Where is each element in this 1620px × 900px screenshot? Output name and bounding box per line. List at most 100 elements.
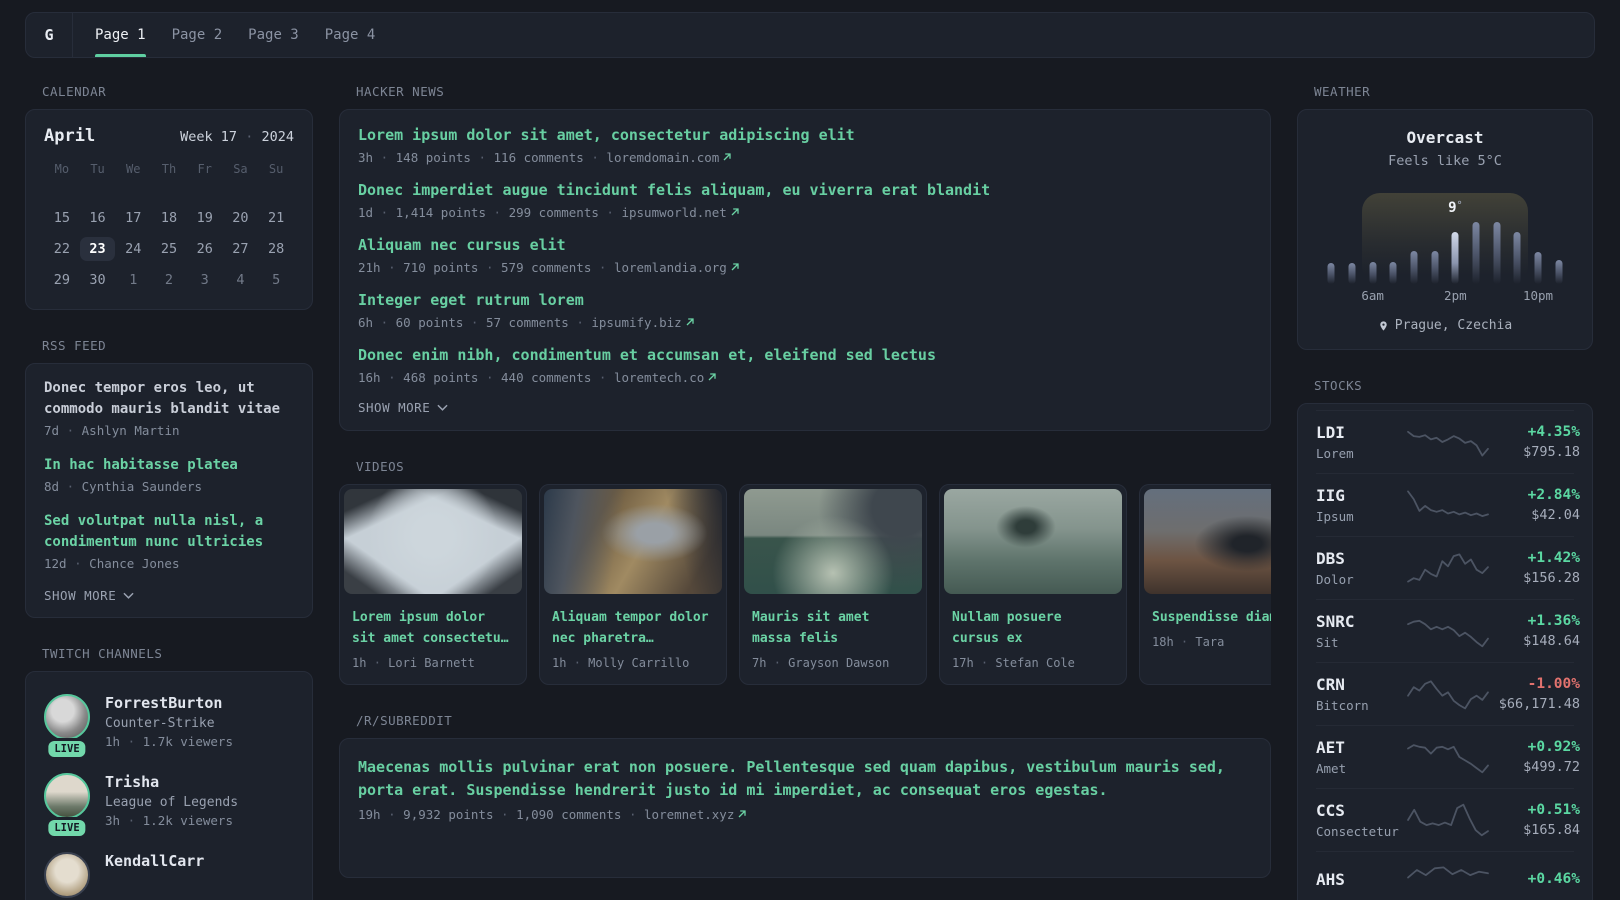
stock-company-name: Bitcorn (1316, 698, 1369, 713)
stock-row[interactable]: CCS Consectetur +0.51% $165.84 (1316, 788, 1580, 851)
twitch-channel-row[interactable]: KendallCarr · (44, 842, 294, 900)
twitch-channel-row[interactable]: LIVE ForrestBurton Counter-Strike 1h · 1… (44, 684, 294, 763)
time-axis-label: 10pm (1522, 288, 1554, 303)
twitch-card: LIVE ForrestBurton Counter-Strike 1h · 1… (25, 671, 313, 900)
weekday-label: Sa (233, 162, 248, 176)
calendar-days-grid: 15 16 17 18 19 20 21 22 23 24 25 26 27 2… (44, 202, 294, 295)
app-logo[interactable]: G (26, 13, 72, 57)
subreddit-widget: /R/SUBREDDIT Maecenas mollis pulvinar er… (339, 713, 1271, 878)
stock-company-name: Ipsum (1316, 509, 1354, 524)
hackernews-list: Lorem ipsum dolor sit amet, consectetur … (358, 125, 1252, 385)
twitch-channel-name: Trisha (105, 773, 160, 791)
rss-item-title[interactable]: Donec tempor eros leo, ut commodo mauris… (44, 378, 294, 420)
calendar-day: 25 (160, 240, 178, 257)
hour-bar (1348, 263, 1356, 284)
calendar-day: 17 (125, 209, 142, 226)
stock-ticker: SNRC (1316, 612, 1355, 631)
video-thumbnail (944, 489, 1122, 594)
stock-row[interactable]: CRN Bitcorn -1.00% $66,171.48 (1316, 662, 1580, 725)
dashboard-page: G Page 1 Page 2 Page 3 Page 4 CALENDAR A… (0, 0, 1620, 900)
stock-row[interactable]: LDI Lorem +4.35% $795.18 (1316, 410, 1580, 473)
rss-item-title[interactable]: In hac habitasse platea (44, 455, 294, 476)
stock-price: $156.28 (1523, 570, 1580, 586)
video-card[interactable]: Suspendisse diam 18h · Tara (1139, 484, 1271, 685)
stock-identity: IIG Ipsum (1316, 486, 1408, 524)
hour-bar (1327, 263, 1335, 284)
hour-bar (1493, 222, 1501, 284)
video-card[interactable]: Lorem ipsum dolor sit amet consectetu… 1… (339, 484, 527, 685)
twitch-channel-info: ForrestBurton Counter-Strike 1h · 1.7k v… (105, 694, 233, 749)
video-meta: 1h · Molly Carrillo (552, 656, 690, 670)
hackernews-item: Integer eget rutrum lorem 6h · 60 points… (358, 290, 1252, 330)
hourly-chart-time-labels: 6am 2pm 10pm (1321, 288, 1569, 304)
stock-ticker: LDI (1316, 423, 1345, 442)
stock-sparkline (1408, 677, 1488, 711)
hackernews-show-more-button[interactable]: SHOW MORE (358, 400, 1252, 415)
weekday-label: Th (161, 162, 177, 176)
page-tab[interactable]: Page 2 (159, 13, 236, 57)
source-domain-link[interactable]: loremlandia.org (614, 260, 727, 275)
page-tab[interactable]: Page 4 (312, 13, 389, 57)
video-card[interactable]: Mauris sit amet massa felis 7h · Grayson… (739, 484, 927, 685)
source-domain-link[interactable]: ipsumworld.net (621, 205, 726, 220)
hackernews-item-title[interactable]: Donec imperdiet augue tincidunt felis al… (358, 180, 1252, 201)
stock-row[interactable]: IIG Ipsum +2.84% $42.04 (1316, 473, 1580, 536)
stock-row[interactable]: AET Amet +0.92% $499.72 (1316, 725, 1580, 788)
weather-section-title: WEATHER (1314, 84, 1371, 99)
hackernews-item-title[interactable]: Aliquam nec cursus elit (358, 235, 1252, 256)
stock-sparkline (1408, 425, 1488, 459)
stock-quote: +1.36% $148.64 (1488, 613, 1580, 649)
weather-location[interactable]: Prague, Czechia (1316, 318, 1574, 333)
avatar: LIVE (44, 773, 90, 836)
stock-sparkline (1408, 614, 1488, 648)
avatar: LIVE (44, 694, 90, 757)
twitch-channel-row[interactable]: LIVE Trisha League of Legends 3h · 1.2k … (44, 763, 294, 842)
external-link-icon (707, 372, 717, 382)
subreddit-section-title: /R/SUBREDDIT (356, 713, 453, 728)
hackernews-item-title[interactable]: Integer eget rutrum lorem (358, 290, 1252, 311)
current-temperature-label: 9° (1448, 200, 1463, 216)
subreddit-post: Maecenas mollis pulvinar erat non posuer… (358, 756, 1252, 822)
stock-row[interactable]: SNRC Sit +1.36% $148.64 (1316, 599, 1580, 662)
time-axis-label: 2pm (1444, 288, 1467, 303)
stock-identity: AET Amet (1316, 738, 1408, 776)
hackernews-item-title[interactable]: Lorem ipsum dolor sit amet, consectetur … (358, 125, 1252, 146)
video-info: Nullam posuere cursus ex 17h · Stefan Co… (940, 598, 1126, 684)
page-tab[interactable]: Page 3 (235, 13, 312, 57)
source-domain-link[interactable]: ipsumify.biz (591, 315, 681, 330)
subreddit-post-title[interactable]: Maecenas mollis pulvinar erat non posuer… (358, 756, 1238, 802)
hackernews-item-title[interactable]: Donec enim nibh, condimentum et accumsan… (358, 345, 1252, 366)
video-meta: 18h · Tara (1152, 635, 1225, 649)
subreddit-card: Maecenas mollis pulvinar erat non posuer… (339, 738, 1271, 878)
source-domain-link[interactable]: loremnet.xyz (644, 807, 734, 822)
videos-widget: VIDEOS Lorem ipsum dolor sit amet consec… (339, 459, 1271, 685)
stock-identity: CRN Bitcorn (1316, 675, 1408, 713)
video-card[interactable]: Aliquam tempor dolor nec pharetra… 1h · … (539, 484, 727, 685)
stock-sparkline (1408, 488, 1488, 522)
hackernews-item-meta: 3h · 148 points · 116 comments · loremdo… (358, 150, 1252, 165)
page-tabs: Page 1 Page 2 Page 3 Page 4 (73, 13, 388, 57)
page-tab[interactable]: Page 1 (82, 13, 159, 57)
stocks-card: LDI Lorem +4.35% $795.18 IIG Ipsum +2.84… (1297, 403, 1593, 900)
hour-bar (1472, 222, 1480, 284)
stock-change-percent: +0.92% (1527, 739, 1580, 755)
source-domain-link[interactable]: loremtech.co (614, 370, 704, 385)
hackernews-item-meta: 16h · 468 points · 440 comments · loremt… (358, 370, 1252, 385)
weekday-label: Fr (197, 162, 212, 176)
rss-item-title[interactable]: Sed volutpat nulla nisl, a condimentum n… (44, 511, 294, 553)
rss-show-more-button[interactable]: SHOW MORE (44, 588, 294, 603)
stock-row[interactable]: DBS Dolor +1.42% $156.28 (1316, 536, 1580, 599)
stock-change-percent: -1.00% (1527, 676, 1580, 692)
stock-company-name: Sit (1316, 635, 1339, 650)
source-domain-link[interactable]: loremdomain.com (606, 150, 719, 165)
hour-bar (1513, 232, 1521, 284)
hackernews-item: Donec imperdiet augue tincidunt felis al… (358, 180, 1252, 220)
stock-row[interactable]: AHS +0.46% (1316, 851, 1580, 900)
stock-change-percent: +0.51% (1527, 802, 1580, 818)
video-info: Suspendisse diam 18h · Tara (1140, 598, 1271, 663)
video-card[interactable]: Nullam posuere cursus ex 17h · Stefan Co… (939, 484, 1127, 685)
stock-price: $795.18 (1523, 444, 1580, 460)
external-link-icon (722, 152, 732, 162)
calendar-day: 21 (268, 209, 285, 226)
time-axis-label: 6am (1361, 288, 1384, 303)
